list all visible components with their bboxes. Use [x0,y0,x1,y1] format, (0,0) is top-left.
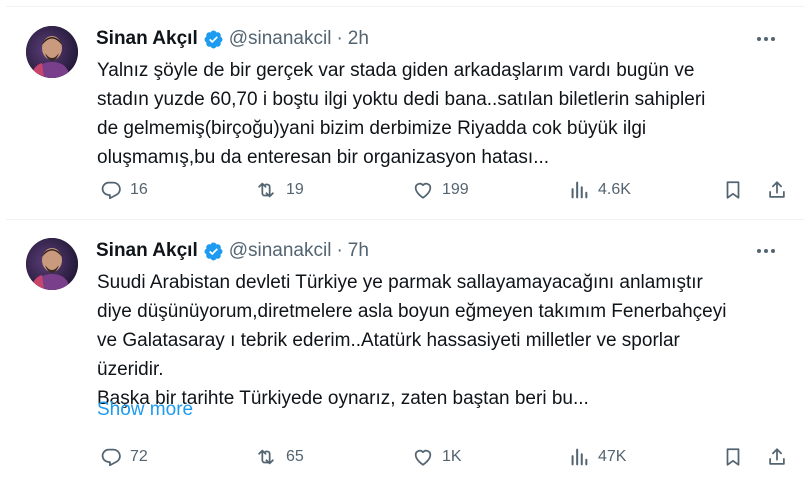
reply-icon [101,181,121,200]
like-button[interactable]: 1K [412,445,462,469]
more-icon[interactable] [752,28,780,50]
tweet-text-line: ve Galatasaray ı tebrik ederim..Atatürk … [97,330,680,351]
reply-button[interactable]: 16 [100,178,148,202]
avatar[interactable] [26,238,78,290]
separator-dot: · [336,240,343,261]
tweet-actions: 72 65 1K 47K [96,445,785,469]
tweet-text-line: oluşmamış,bu da enteresan bir organizasy… [97,147,550,168]
tweet-text-line: stadın yuzde 60,70 i boştu ilgi yoktu de… [97,89,706,110]
separator-dot: · [336,28,343,49]
views-icon [571,448,588,466]
verified-badge-icon [203,29,224,50]
tweet-text-line: üzeridir. [97,359,164,380]
retweet-icon [258,182,274,198]
previous-tweet-edge [6,0,804,7]
retweet-count: 19 [286,181,304,198]
share-icon [769,448,785,465]
retweet-button[interactable]: 65 [254,445,304,469]
like-count: 1K [442,448,462,465]
view-count: 47K [598,448,627,465]
views-icon [571,181,588,199]
like-button[interactable]: 199 [412,178,469,202]
author-handle[interactable]: @sinanakcil [229,240,332,262]
like-icon [414,182,432,199]
author-name[interactable]: Sinan Akçıl [96,28,198,50]
views-button[interactable]: 4.6K [568,178,631,202]
show-more-link[interactable]: Show more [97,399,193,421]
author-name[interactable]: Sinan Akçıl [96,240,198,262]
reply-count: 16 [130,181,148,198]
tweet-text-line: Yalnız şöyle de bir gerçek var stada gid… [97,60,695,81]
tweet-header: Sinan Akçıl @sinanakcil · 2h [96,26,784,52]
bookmark-icon [726,448,740,466]
bookmark-button[interactable] [722,178,744,202]
tweet-text-line: diye düşünüyorum,diretmelere asla boyun … [97,301,727,322]
bookmark-button[interactable] [722,445,744,469]
tweet-header: Sinan Akçıl @sinanakcil · 7h [96,238,784,264]
view-count: 4.6K [598,181,631,198]
more-icon[interactable] [752,240,780,262]
tweet-text: Suudi Arabistan devleti Türkiye ye parma… [97,268,770,413]
tweet-text-line: de gelmemiş(birçoğu)yani bizim derbimize… [97,118,647,139]
share-button[interactable] [766,178,788,202]
like-icon [414,449,432,466]
views-button[interactable]: 47K [568,445,626,469]
retweet-icon [258,449,274,465]
reply-count: 72 [130,448,148,465]
bookmark-icon [726,181,740,199]
author-handle[interactable]: @sinanakcil [229,28,332,50]
retweet-button[interactable]: 19 [254,178,304,202]
like-count: 199 [442,181,469,198]
share-button[interactable] [766,445,788,469]
tweet[interactable]: Sinan Akçıl @sinanakcil · 2h Yalnız şöyl… [6,8,804,220]
tweet[interactable]: Sinan Akçıl @sinanakcil · 7h Suudi Arabi… [6,220,804,484]
timeline: Sinan Akçıl @sinanakcil · 2h Yalnız şöyl… [0,0,810,490]
share-icon [769,181,785,198]
tweet-actions: 16 19 199 4.6K [96,178,785,202]
reply-icon [101,448,121,467]
verified-badge-icon [203,241,224,262]
reply-button[interactable]: 72 [100,445,148,469]
tweet-text-line: Başka bir tarihte Türkiyede oynarız, zat… [97,388,589,409]
tweet-text: Yalnız şöyle de bir gerçek var stada gid… [97,56,770,172]
avatar[interactable] [26,26,78,78]
tweet-time[interactable]: 7h [348,240,369,262]
tweet-time[interactable]: 2h [348,28,369,50]
tweet-text-line: Suudi Arabistan devleti Türkiye ye parma… [97,272,703,293]
retweet-count: 65 [286,448,304,465]
